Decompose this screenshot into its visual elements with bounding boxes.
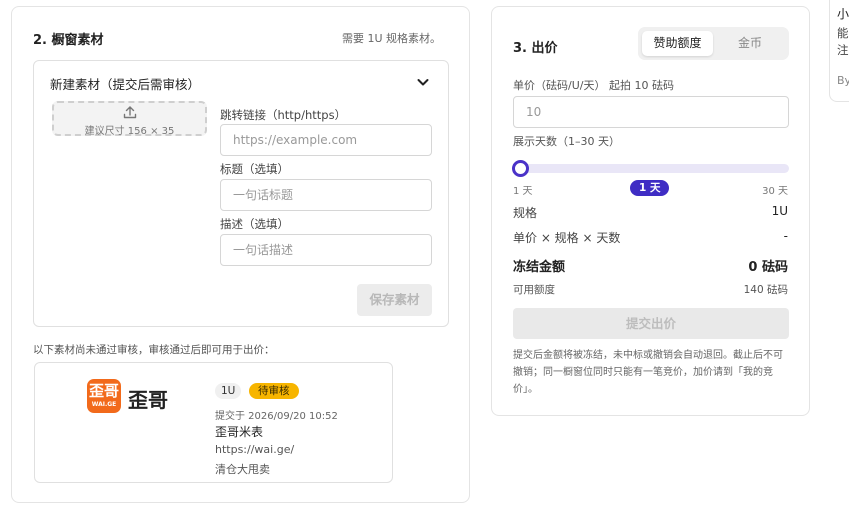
material-url: https://wai.ge/ (215, 443, 295, 456)
material-size-hint: 需要 1U 规格素材。 (341, 32, 441, 45)
available-credit-label: 可用额度 (513, 284, 555, 296)
side-card-line-4: By (837, 74, 849, 87)
spec-value: 1U (771, 204, 788, 218)
upload-size-hint: 建议尺寸 156 × 35 (84, 126, 175, 137)
side-card-line-3: 注 (837, 43, 849, 57)
unit-price-label: 单价（砝码/U/天） 起拍 10 砝码 (513, 79, 674, 92)
material-panel: 2. 橱窗素材 需要 1U 规格素材。 新建素材（提交后需审核） 建议尺寸 15… (11, 6, 470, 503)
description-label: 描述（选填） (220, 217, 289, 231)
currency-toggle: 赞助额度 金币 (638, 27, 789, 60)
new-material-title: 新建素材（提交后需审核） (50, 77, 201, 92)
spec-label: 规格 (513, 206, 538, 220)
pending-review-note: 以下素材尚未通过审核，审核通过后即可用于出价： (33, 344, 275, 356)
side-card-line-2: 能 (837, 26, 849, 40)
available-credit-value: 140 砝码 (743, 284, 788, 296)
days-slider-handle[interactable] (512, 160, 529, 177)
material-panel-title: 2. 橱窗素材 (33, 33, 104, 48)
title-label: 标题（选填） (220, 162, 289, 176)
link-label: 跳转链接（http/https） (220, 108, 347, 122)
toggle-sponsor-credit[interactable]: 赞助额度 (642, 31, 713, 56)
submit-bid-button[interactable]: 提交出价 (513, 308, 789, 339)
brand-logo-mark-subtext: WAI.GE (91, 401, 117, 408)
brand-logo-mark-text: 歪哥 (88, 382, 119, 400)
frozen-amount-label: 冻结金额 (513, 260, 566, 275)
bid-panel: 3. 出价 赞助额度 金币 单价（砝码/U/天） 起拍 10 砝码 10 展示天… (491, 6, 810, 416)
slider-max-label: 30 天 (762, 186, 788, 197)
size-badge: 1U (215, 383, 242, 399)
side-info-card: 小 能 注 By (829, 0, 849, 102)
submit-timestamp: 提交于 2026/09/20 10:52 (215, 411, 338, 422)
description-input[interactable]: 一句话描述 (220, 234, 432, 266)
toggle-gold-coin[interactable]: 金币 (715, 31, 785, 56)
status-badge: 待审核 (249, 383, 299, 399)
link-input[interactable]: https://example.com (220, 124, 432, 156)
side-card-line-1: 小 (837, 7, 849, 21)
brand-logo-text: 歪哥 (128, 388, 168, 412)
new-material-form: 新建素材（提交后需审核） 建议尺寸 156 × 35 跳转链接（http/htt… (33, 60, 449, 327)
formula-label: 单价 × 规格 × 天数 (513, 231, 621, 245)
days-slider-track[interactable] (513, 164, 789, 173)
upload-icon (123, 106, 137, 119)
unit-price-input[interactable]: 10 (513, 96, 789, 128)
title-input[interactable]: 一句话标题 (220, 179, 432, 211)
frozen-amount-value: 0 砝码 (748, 260, 788, 275)
save-material-button[interactable]: 保存素材 (357, 284, 432, 316)
formula-value: - (783, 229, 788, 243)
image-upload-box[interactable]: 建议尺寸 156 × 35 (52, 101, 207, 137)
chevron-down-icon[interactable] (416, 75, 430, 89)
material-description: 清仓大甩卖 (215, 463, 270, 476)
pending-material-card[interactable]: 歪哥 WAI.GE 歪哥 1U 待审核 提交于 2026/09/20 10:52… (34, 362, 393, 483)
slider-value-badge: 1 天 (630, 180, 670, 196)
brand-logo-icon: 歪哥 WAI.GE (87, 379, 121, 413)
display-days-label: 展示天数（1–30 天） (513, 135, 620, 148)
bid-panel-title: 3. 出价 (513, 41, 558, 56)
slider-min-label: 1 天 (513, 186, 533, 197)
bid-footnote: 提交后金额将被冻结，未中标或撤销会自动退回。截止后不可撤销；同一橱窗位同时只能有… (513, 350, 783, 395)
material-title: 歪哥米表 (215, 425, 264, 439)
